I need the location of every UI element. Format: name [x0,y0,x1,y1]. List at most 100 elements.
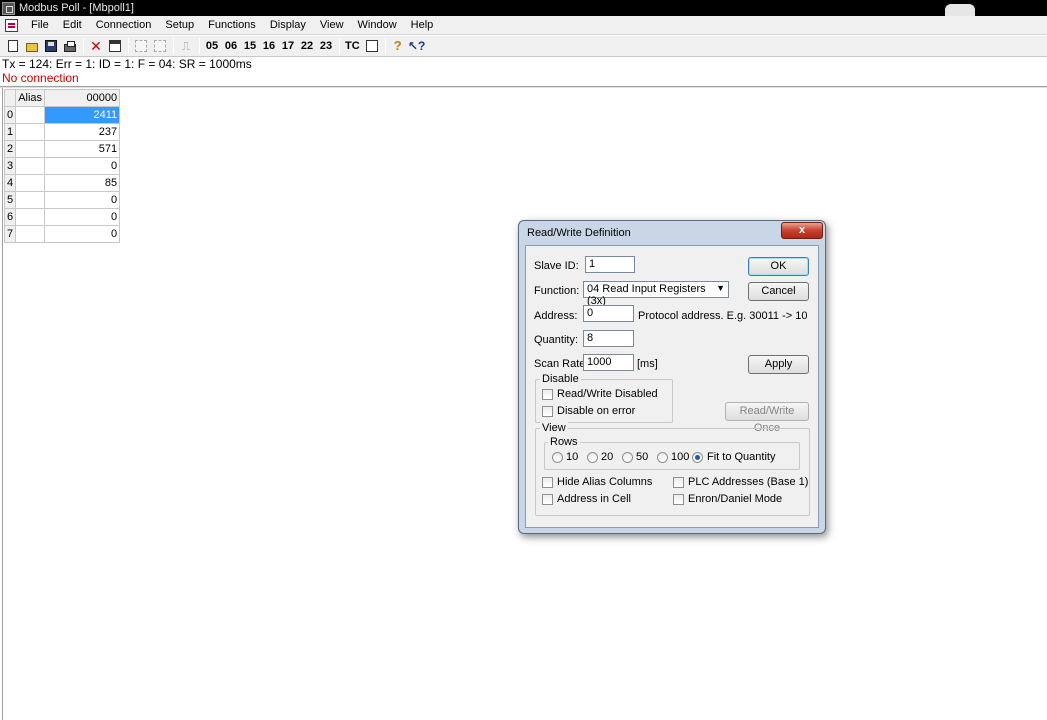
address-label: Address: [534,310,578,322]
help-button[interactable]: ? [389,37,407,55]
alias-cell[interactable] [15,140,46,158]
status-line: Tx = 124: Err = 1: ID = 1: F = 04: SR = … [2,57,252,71]
address-column-header[interactable]: 00000 [44,89,121,107]
scan-rate-input[interactable]: 1000 [583,354,634,371]
alias-cell[interactable] [15,157,46,175]
disable-on-error-checkbox[interactable] [542,406,553,417]
menu-display[interactable]: Display [263,16,313,35]
menu-file[interactable]: File [24,16,56,35]
menu-setup[interactable]: Setup [158,16,201,35]
menu-bar: File Edit Connection Setup Functions Dis… [0,16,1047,35]
pulse-button[interactable]: ⎍ [177,37,195,55]
address-in-cell-checkbox[interactable] [542,494,553,505]
dialog-close-button[interactable]: x [781,222,823,239]
cancel-button[interactable]: Cancel [748,282,809,301]
menu-edit[interactable]: Edit [56,16,89,35]
row-header[interactable]: 7 [3,225,17,243]
address-input[interactable]: 0 [583,305,634,322]
scope-button[interactable] [363,37,381,55]
row-header[interactable]: 5 [3,191,17,209]
open-button[interactable] [23,37,41,55]
alias-cell[interactable] [15,106,46,124]
value-cell[interactable]: 2411 [44,106,121,124]
menu-window[interactable]: Window [351,16,404,35]
rows-fit-to-quantity-label: Fit to Quantity [707,451,776,463]
value-cell[interactable]: 237 [44,123,121,141]
view-group-label: View [540,422,568,434]
quantity-input[interactable]: 8 [583,330,634,347]
value-cell[interactable]: 0 [44,225,121,243]
value-cell[interactable]: 0 [44,191,121,209]
disable-on-error-label: Disable on error [557,405,636,417]
menu-connection[interactable]: Connection [89,16,159,35]
save-button[interactable] [42,37,60,55]
value-cell[interactable]: 0 [44,157,121,175]
new-button[interactable] [4,37,22,55]
rows-20-radio[interactable] [587,452,598,463]
corner-cell[interactable] [3,89,17,107]
table-row: 60 [3,208,121,226]
fc-17-button[interactable]: 17 [279,37,297,55]
toolbar-separator [199,38,200,54]
disabled-tool-1[interactable] [132,37,150,55]
value-cell[interactable]: 571 [44,140,121,158]
apply-button[interactable]: Apply [748,355,809,374]
alias-cell[interactable] [15,123,46,141]
row-header[interactable]: 4 [3,174,17,192]
read-write-once-button[interactable]: Read/Write Once [725,402,809,434]
rows-10-radio[interactable] [552,452,563,463]
alias-cell[interactable] [15,191,46,209]
menu-help[interactable]: Help [404,16,441,35]
connection-status: No connection [2,71,79,85]
register-grid: Alias 00000 0 2411 1 237 2 571 3 0 4 85 5 0 6 0 7 0 [3,89,121,243]
rows-group-label: Rows [548,436,580,448]
function-label: Function: [534,285,580,297]
value-cell[interactable]: 85 [44,174,121,192]
ok-button[interactable]: OK [748,257,809,276]
window-button[interactable] [106,37,124,55]
print-button[interactable] [61,37,79,55]
row-header[interactable]: 0 [3,106,17,124]
fc-22-button[interactable]: 22 [298,37,316,55]
context-help-button[interactable]: ↖? [408,37,426,55]
alias-cell[interactable] [15,208,46,226]
alias-column-header[interactable]: Alias [15,89,46,107]
row-header[interactable]: 2 [3,140,17,158]
fc-16-button[interactable]: 16 [260,37,278,55]
fc-05-button[interactable]: 05 [203,37,221,55]
scope-icon [365,40,378,52]
toolbar-separator [384,38,386,54]
tc-button[interactable]: TC [343,37,362,55]
fc-06-button[interactable]: 06 [222,37,240,55]
context-help-icon: ↖? [407,39,426,53]
slave-id-input[interactable]: 1 [585,256,635,273]
table-row: 50 [3,191,121,209]
alias-cell[interactable] [15,225,46,243]
save-disk-icon [45,40,57,52]
app-icon [2,1,15,15]
disabled-tool-icon [135,40,147,52]
fc-15-button[interactable]: 15 [241,37,259,55]
rows-50-radio[interactable] [622,452,633,463]
disabled-tool-2[interactable] [151,37,169,55]
value-cell[interactable]: 0 [44,208,121,226]
disconnect-button[interactable]: ✕ [87,37,105,55]
alias-cell[interactable] [15,174,46,192]
rows-fit-to-quantity-radio[interactable] [692,452,703,463]
rows-100-radio[interactable] [657,452,668,463]
function-select[interactable]: 04 Read Input Registers (3x) ▼ [583,281,729,307]
row-header[interactable]: 1 [3,123,17,141]
enron-mode-checkbox[interactable] [673,494,684,505]
row-header[interactable]: 6 [3,208,17,226]
grid-header-row: Alias 00000 [3,89,121,107]
window-title: Modbus Poll - [Mbpoll1] [19,2,134,14]
row-header[interactable]: 3 [3,157,17,175]
document-icon[interactable] [5,18,18,32]
rows-10-label: 10 [566,451,579,463]
plc-addresses-checkbox[interactable] [673,477,684,488]
fc-23-button[interactable]: 23 [317,37,335,55]
rw-disabled-checkbox[interactable] [542,389,553,400]
menu-view[interactable]: View [313,16,351,35]
hide-alias-checkbox[interactable] [542,477,553,488]
menu-functions[interactable]: Functions [201,16,263,35]
